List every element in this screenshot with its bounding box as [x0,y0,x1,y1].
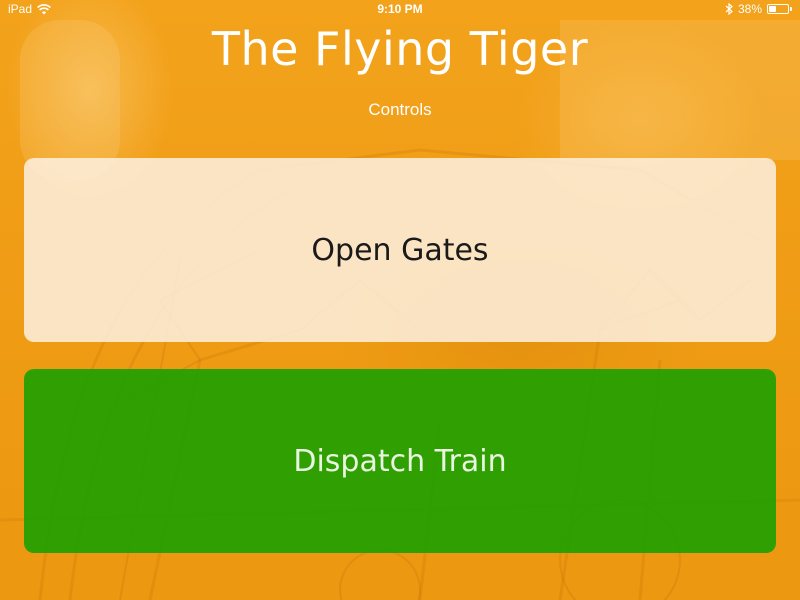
battery-level-fill [769,6,776,12]
open-gates-label: Open Gates [311,232,489,268]
device-name: iPad [8,2,33,16]
status-right: 38% [672,2,792,16]
bluetooth-icon [725,3,733,15]
battery-body [767,4,789,14]
wifi-icon [37,3,51,15]
page-subtitle: Controls [368,100,432,119]
battery-icon [767,4,792,14]
page-title: The Flying Tiger [211,22,589,76]
battery-percent: 38% [737,2,762,16]
dispatch-train-button[interactable]: Dispatch Train [24,369,776,553]
app-screen: iPad 9:10 PM 38% The Flying Tiger Contro… [0,0,800,600]
battery-tip [790,7,792,11]
dispatch-train-label: Dispatch Train [293,443,507,479]
status-bar: iPad 9:10 PM 38% [0,0,800,18]
status-left: iPad [8,2,128,16]
open-gates-button[interactable]: Open Gates [24,158,776,342]
